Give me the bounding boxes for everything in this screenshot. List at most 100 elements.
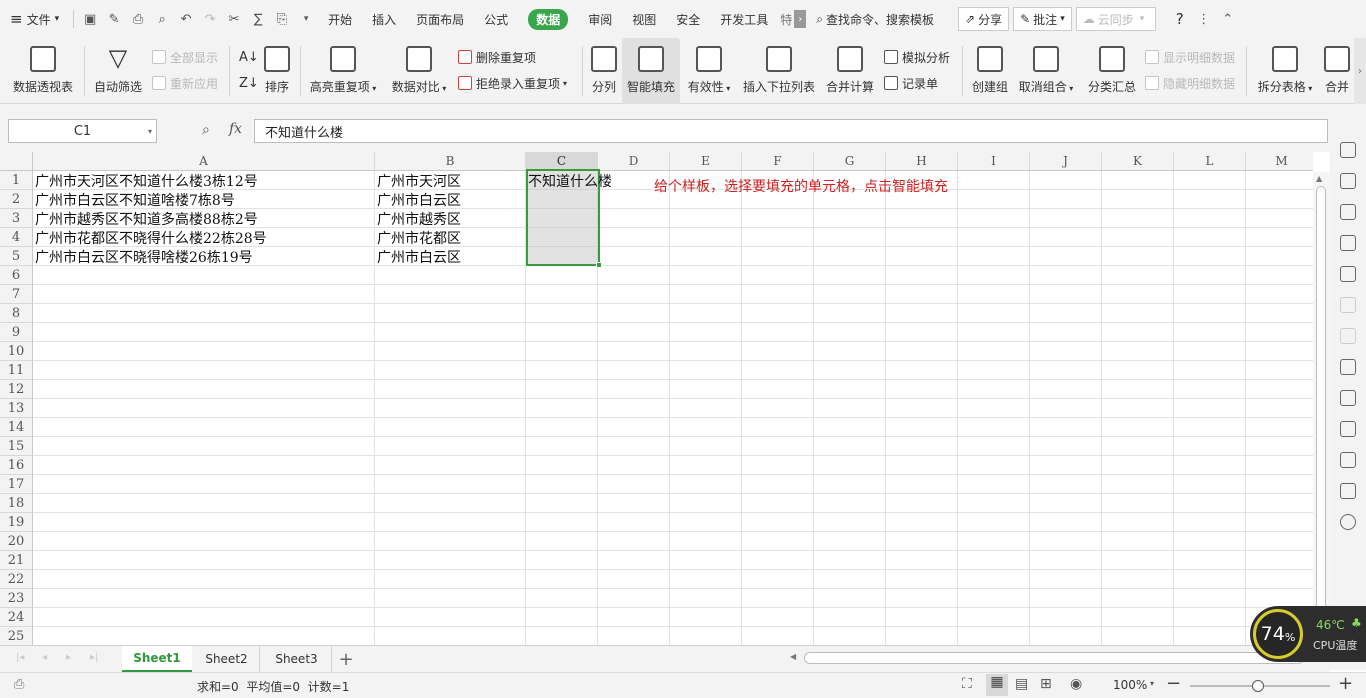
cell-b-1[interactable]: 广州市天河区 (375, 171, 461, 190)
page-layout-view-icon[interactable]: ⊞ (1040, 676, 1052, 692)
column-header-i[interactable]: I (958, 152, 1030, 171)
redo-icon[interactable]: ↷ (198, 0, 222, 38)
macro-record-icon[interactable]: ⎙ (14, 677, 24, 692)
row-header-12[interactable]: 12 (0, 380, 33, 399)
column-header-b[interactable]: B (375, 152, 526, 171)
smart-fill-button[interactable]: 智能填充 (622, 38, 680, 104)
tab-insert[interactable]: 插入 (362, 0, 406, 38)
row-header-11[interactable]: 11 (0, 361, 33, 380)
scroll-up-icon[interactable]: ▲ (1316, 174, 1322, 183)
page-break-view-icon[interactable]: ▤ (1015, 676, 1028, 692)
sort-descending-button[interactable]: Z↓ (239, 73, 259, 93)
row-header-20[interactable]: 20 (0, 532, 33, 551)
row-header-9[interactable]: 9 (0, 323, 33, 342)
row-header-7[interactable]: 7 (0, 285, 33, 304)
archive-icon[interactable] (1340, 421, 1356, 437)
row-header-16[interactable]: 16 (0, 456, 33, 475)
add-sheet-button[interactable]: + (334, 646, 358, 672)
column-header-d[interactable]: D (598, 152, 670, 171)
text-to-columns-button[interactable]: 分列 (588, 38, 620, 104)
picture-icon[interactable] (1340, 452, 1356, 468)
undo-icon[interactable]: ↶ (174, 0, 198, 38)
share-button[interactable]: ⇗ 分享 (958, 7, 1010, 31)
formula-input[interactable]: 不知道什么楼 (254, 119, 1328, 143)
tab-home[interactable]: 开始 (318, 0, 362, 38)
ungroup-button[interactable]: 取消组合 ▾ (1016, 38, 1076, 104)
tab-view[interactable]: 视图 (622, 0, 666, 38)
cloud-sync-button[interactable]: ☁ 云同步 ▾ (1075, 7, 1156, 31)
sort-button[interactable]: 排序 (262, 38, 292, 104)
select-all-corner[interactable] (0, 152, 33, 171)
column-header-j[interactable]: J (1030, 152, 1102, 171)
image-gallery-icon[interactable] (1340, 359, 1356, 375)
settings-hex-icon[interactable] (1340, 483, 1356, 499)
zoom-slider-thumb[interactable] (1252, 680, 1264, 692)
cell-a-4[interactable]: 广州市花都区不晓得什么楼22栋28号 (33, 228, 267, 247)
grid-apps-icon[interactable] (1340, 266, 1356, 282)
command-search[interactable]: ⌕ 查找命令、搜索模板 (806, 0, 944, 38)
cpu-monitor-widget[interactable]: 74% 46℃ ♣ CPU温度 (1250, 606, 1366, 662)
zoom-level[interactable]: 100% (1113, 678, 1147, 692)
row-header-25[interactable]: 25 (0, 627, 33, 645)
sort-list-icon[interactable] (1340, 328, 1356, 344)
scroll-thumb[interactable] (1316, 186, 1326, 611)
cell-b-4[interactable]: 广州市花都区 (375, 228, 461, 247)
row-header-3[interactable]: 3 (0, 209, 33, 228)
row-header-17[interactable]: 17 (0, 475, 33, 494)
last-sheet-icon[interactable]: ▸| (90, 652, 98, 663)
hide-detail-button[interactable]: 隐藏明细数据 (1145, 73, 1235, 93)
zoom-formula-icon[interactable]: ⌕ (202, 122, 210, 138)
show-detail-button[interactable]: 显示明细数据 (1145, 47, 1235, 67)
cell-b-5[interactable]: 广州市白云区 (375, 247, 461, 266)
name-box[interactable]: C1 ▾ (8, 119, 157, 143)
row-header-18[interactable]: 18 (0, 494, 33, 513)
autofilter-button[interactable]: ▽ 自动筛选 (90, 38, 146, 104)
scroll-left-icon[interactable]: ◀ (790, 652, 796, 661)
record-sheet-button[interactable]: 记录单 (884, 73, 938, 93)
row-header-10[interactable]: 10 (0, 342, 33, 361)
format-painter-icon[interactable]: ✎ (102, 0, 126, 38)
tab-page-layout[interactable]: 页面布局 (406, 0, 474, 38)
row-header-13[interactable]: 13 (0, 399, 33, 418)
tab-sheet1[interactable]: Sheet1 (122, 646, 192, 672)
cell-a-1[interactable]: 广州市天河区不知道什么楼3栋12号 (33, 171, 258, 190)
column-header-a[interactable]: A (33, 152, 375, 171)
help-button[interactable]: ? (1168, 0, 1192, 38)
row-header-24[interactable]: 24 (0, 608, 33, 627)
row-header-19[interactable]: 19 (0, 513, 33, 532)
tabs-scroll-right-icon[interactable]: › (794, 10, 807, 28)
tab-security[interactable]: 安全 (666, 0, 710, 38)
tab-sheet3[interactable]: Sheet3 (262, 646, 332, 672)
row-header-23[interactable]: 23 (0, 589, 33, 608)
spreadsheet-grid[interactable]: ABCDEFGHIJKLM 1 2 3 4 5 6 7 8 9 10 11 12 13 14 15 16 17 1… (0, 152, 1313, 645)
tab-developer[interactable]: 开发工具 (710, 0, 778, 38)
horizontal-scroll-thumb[interactable] (804, 652, 1304, 664)
tab-sheet2[interactable]: Sheet2 (194, 646, 260, 672)
row-header-8[interactable]: 8 (0, 304, 33, 323)
chevron-down-icon[interactable]: ▾ (1150, 679, 1154, 688)
split-table-button[interactable]: 拆分表格 ▾ (1252, 38, 1318, 104)
column-header-g[interactable]: G (814, 152, 886, 171)
column-header-m[interactable]: M (1246, 152, 1313, 171)
sum-icon[interactable]: ∑ (246, 0, 270, 38)
column-header-e[interactable]: E (670, 152, 742, 171)
subtotal-button[interactable]: 分类汇总 (1084, 38, 1140, 104)
cell-b-3[interactable]: 广州市越秀区 (375, 209, 461, 228)
export-icon[interactable] (1340, 390, 1356, 406)
first-sheet-icon[interactable]: |◂ (16, 652, 24, 663)
cell-a-2[interactable]: 广州市白云区不知道啥楼7栋8号 (33, 190, 235, 209)
save-icon[interactable]: ▣ (78, 0, 102, 38)
row-header-14[interactable]: 14 (0, 418, 33, 437)
file-menu[interactable]: ≡ 文件 ▾ (0, 0, 69, 38)
style-icon[interactable] (1340, 204, 1356, 220)
table-icon[interactable] (1340, 235, 1356, 251)
more-chevron-icon[interactable]: ▾ (294, 0, 318, 38)
zoom-slider[interactable] (1190, 680, 1330, 692)
highlight-duplicates-button[interactable]: 高亮重复项 ▾ (306, 38, 380, 104)
zoom-in-icon[interactable]: + (1338, 673, 1353, 694)
shapes-icon[interactable] (1340, 173, 1356, 189)
consolidate-button[interactable]: 合并计算 (824, 38, 876, 104)
tab-review[interactable]: 审阅 (578, 0, 622, 38)
row-header-6[interactable]: 6 (0, 266, 33, 285)
eye-protection-icon[interactable]: ◉ (1070, 676, 1082, 692)
